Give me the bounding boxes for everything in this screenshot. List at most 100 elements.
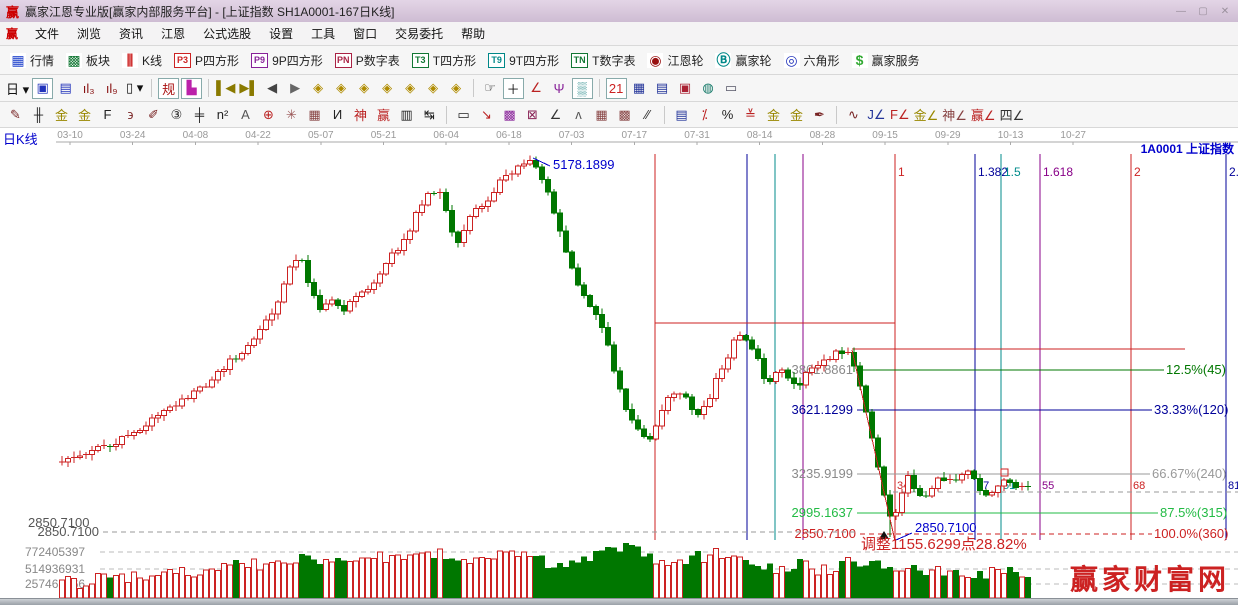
- gold-circle-icon[interactable]: 金: [763, 104, 784, 125]
- menu-item-trade-order[interactable]: 交易委托: [386, 23, 452, 44]
- square-web-icon[interactable]: ▦: [304, 104, 325, 125]
- gold-angle-icon[interactable]: 金∠: [913, 104, 940, 125]
- diamond-right-icon[interactable]: ◈: [331, 78, 352, 99]
- gold-grid-a-icon[interactable]: 金: [51, 104, 72, 125]
- feature-button-p-square[interactable]: P3P四方形: [174, 52, 239, 69]
- feature-button-winner-service[interactable]: $赢家服务: [852, 52, 920, 69]
- time-mark-icon[interactable]: И: [327, 104, 348, 125]
- menu-item-browse[interactable]: 浏览: [68, 23, 110, 44]
- status-scrollbar[interactable]: [0, 598, 1238, 605]
- menu-item-file[interactable]: 文件: [26, 23, 68, 44]
- mirror-tool-icon[interactable]: A: [235, 104, 256, 125]
- feature-button-kline[interactable]: ⫼K线: [122, 52, 162, 69]
- menu-item-tools[interactable]: 工具: [302, 23, 344, 44]
- fan-red-icon[interactable]: ↘: [476, 104, 497, 125]
- menu-item-gann[interactable]: 江恩: [152, 23, 194, 44]
- gold-lines-icon[interactable]: 金: [786, 104, 807, 125]
- circle-cross-icon[interactable]: ⊕: [258, 104, 279, 125]
- win-angle-icon[interactable]: 赢∠: [970, 104, 997, 125]
- candle-style-dropdown-icon[interactable]: ▯ ▾: [124, 78, 145, 99]
- next-page-icon[interactable]: ▶: [285, 78, 306, 99]
- feature-button-quotes[interactable]: ▦行情: [10, 52, 54, 69]
- diamond-expand-icon[interactable]: ◈: [400, 78, 421, 99]
- box-fan-icon[interactable]: ▩: [499, 104, 520, 125]
- box-tool-icon[interactable]: ▭: [453, 104, 474, 125]
- feature-button-p-number-table[interactable]: PNP数字表: [335, 52, 400, 69]
- angle-measure-icon[interactable]: ∠: [526, 78, 547, 99]
- diamond-hsplit-icon[interactable]: ◈: [354, 78, 375, 99]
- stats-pct-icon[interactable]: ▤: [671, 104, 692, 125]
- gann-web-icon[interactable]: ✳: [281, 104, 302, 125]
- wave-rule-icon[interactable]: ∿: [843, 104, 864, 125]
- ruler-123-icon[interactable]: ▥: [396, 104, 417, 125]
- j-angle-icon[interactable]: J∠: [866, 104, 887, 125]
- feature-button-winner-wheel[interactable]: Ⓑ赢家轮: [715, 52, 771, 69]
- diamond-all-icon[interactable]: ◈: [446, 78, 467, 99]
- box-cross-icon[interactable]: ⊠: [522, 104, 543, 125]
- feature-button-t-square[interactable]: T3T四方形: [412, 52, 476, 69]
- menu-item-window[interactable]: 窗口: [344, 23, 386, 44]
- calculator-icon[interactable]: ▦: [629, 78, 650, 99]
- print-icon[interactable]: ▭: [721, 78, 742, 99]
- stock-pick-icon[interactable]: ▣: [32, 78, 53, 99]
- grid-tool-icon[interactable]: ╫: [28, 104, 49, 125]
- f-angle-icon[interactable]: F∠: [889, 104, 911, 125]
- win-tool-icon[interactable]: 赢: [373, 104, 394, 125]
- parallel-lines-icon[interactable]: ∕∕: [637, 104, 658, 125]
- feature-button-t-number-table[interactable]: TNT数字表: [571, 52, 635, 69]
- close-button[interactable]: ✕: [1218, 6, 1232, 17]
- maximize-button[interactable]: ▢: [1196, 6, 1210, 17]
- color-chart-icon[interactable]: ▙: [181, 78, 202, 99]
- notes-document-icon[interactable]: ▤: [652, 78, 673, 99]
- web-link-icon[interactable]: ◍: [698, 78, 719, 99]
- diamond-converge-icon[interactable]: ◈: [377, 78, 398, 99]
- menu-item-settings[interactable]: 设置: [260, 23, 302, 44]
- last-page-icon[interactable]: ▶▌: [238, 78, 259, 99]
- n-square-icon[interactable]: n²: [212, 104, 233, 125]
- gann-box-icon[interactable]: 规: [158, 78, 179, 99]
- prev-page-icon[interactable]: ◀: [262, 78, 283, 99]
- first-page-icon[interactable]: ▌◀: [215, 78, 236, 99]
- feature-button-9p-square[interactable]: P99P四方形: [251, 52, 323, 69]
- save-icon[interactable]: ▣: [675, 78, 696, 99]
- report-icon[interactable]: ▤: [55, 78, 76, 99]
- pct-angle-icon[interactable]: ⁒: [694, 104, 715, 125]
- menu-item-formula-stock-pick[interactable]: 公式选股: [194, 23, 260, 44]
- shen-tool-icon[interactable]: 神: [350, 104, 371, 125]
- grid-dense-icon[interactable]: ▦: [591, 104, 612, 125]
- pencil-2-icon[interactable]: ✐: [143, 104, 164, 125]
- tool-purple-icon[interactable]: Ψ: [549, 78, 570, 99]
- bow-tool-icon[interactable]: ϶: [120, 104, 141, 125]
- diamond-up-icon[interactable]: ◈: [423, 78, 444, 99]
- feature-button-9t-square[interactable]: T99T四方形: [488, 52, 559, 69]
- period-day-dropdown-icon[interactable]: 日 ▾: [5, 78, 30, 99]
- kline-chart[interactable]: 日K线03-1003-2404-0804-2205-0705-2106-0406…: [0, 128, 1238, 598]
- angle-fan-icon[interactable]: ∠: [545, 104, 566, 125]
- feature-button-hexagon[interactable]: ◎六角形: [784, 52, 840, 69]
- tool-teal-icon[interactable]: ▒: [572, 78, 593, 99]
- bars-3-icon[interactable]: ıl₃: [78, 78, 99, 99]
- bars-9-icon[interactable]: ıl₉: [101, 78, 122, 99]
- menu-item-news[interactable]: 资讯: [110, 23, 152, 44]
- calendar-icon[interactable]: 21: [606, 78, 627, 99]
- span-tool-icon[interactable]: ↹: [419, 104, 440, 125]
- hand-tool-icon[interactable]: ☞: [480, 78, 501, 99]
- diamond-left-icon[interactable]: ◈: [308, 78, 329, 99]
- crosshair-tool-icon[interactable]: ＋: [503, 78, 524, 99]
- grid-box-icon[interactable]: ▩: [614, 104, 635, 125]
- circle-3-icon[interactable]: ③: [166, 104, 187, 125]
- feature-button-gann-wheel[interactable]: ◉江恩轮: [647, 52, 703, 69]
- pct-lines-icon[interactable]: ≚: [740, 104, 761, 125]
- chart-area[interactable]: 日K线03-1003-2404-0804-2205-0705-2106-0406…: [0, 128, 1238, 598]
- f-grid-icon[interactable]: F: [97, 104, 118, 125]
- shen-angle-icon[interactable]: 神∠: [941, 104, 968, 125]
- feature-button-sectors[interactable]: ▩板块: [66, 52, 110, 69]
- minimize-button[interactable]: —: [1174, 6, 1188, 17]
- si-angle-icon[interactable]: 四∠: [999, 104, 1026, 125]
- grid-4-icon[interactable]: ╪: [189, 104, 210, 125]
- gold-grid-b-icon[interactable]: 金: [74, 104, 95, 125]
- percent-icon[interactable]: %: [717, 104, 738, 125]
- ink-pen-icon[interactable]: ✒: [809, 104, 830, 125]
- zigzag-icon[interactable]: ʌ: [568, 104, 589, 125]
- gann-pencil-icon[interactable]: ✎: [5, 104, 26, 125]
